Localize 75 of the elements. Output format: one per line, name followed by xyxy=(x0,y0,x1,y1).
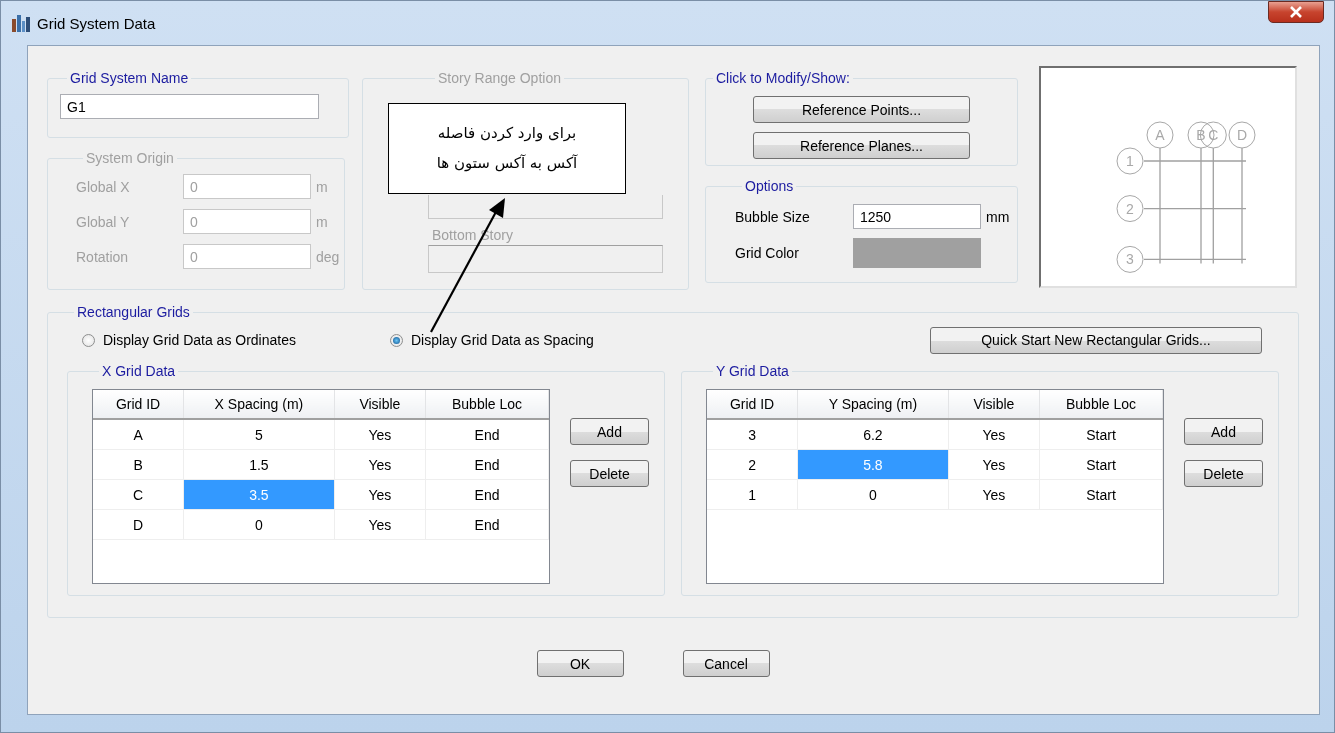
field-label: Grid Color xyxy=(735,245,800,261)
group-label: Click to Modify/Show: xyxy=(715,70,851,86)
table-button[interactable]: Delete xyxy=(1184,460,1263,487)
column-header[interactable]: Visible xyxy=(334,390,426,419)
group-label: Options xyxy=(744,178,795,194)
column-header[interactable]: Visible xyxy=(948,390,1040,419)
table-cell: Yes xyxy=(334,419,426,450)
radio-option[interactable]: Display Grid Data as Spacing xyxy=(390,332,594,348)
column-header[interactable]: Bubble Loc xyxy=(1039,390,1163,419)
table-cell: A xyxy=(93,419,184,450)
app-icon xyxy=(11,13,31,33)
bubble-size-field[interactable]: 1250 xyxy=(853,204,981,229)
group-label: Rectangular Grids xyxy=(76,304,191,320)
dialog-button[interactable]: OK xyxy=(536,650,624,677)
column-header[interactable]: Y Spacing (m) xyxy=(797,390,949,419)
reference-button[interactable]: Reference Planes... xyxy=(753,132,970,159)
unit-label: m xyxy=(316,213,329,230)
table-cell[interactable]: 6.2 xyxy=(797,419,949,450)
table-cell: C xyxy=(93,479,184,510)
close-button[interactable] xyxy=(1268,1,1324,23)
grid-bubble: 2 xyxy=(1116,195,1144,223)
column-header[interactable]: Bubble Loc xyxy=(425,390,549,419)
table-cell: 3 xyxy=(707,419,798,450)
field-label: Global Y xyxy=(76,213,131,230)
table-cell[interactable]: 0 xyxy=(183,509,335,540)
table-cell: 2 xyxy=(707,449,798,480)
table-button[interactable]: Add xyxy=(570,418,649,445)
table-cell: End xyxy=(425,449,549,480)
window-title: Grid System Data xyxy=(37,14,156,32)
group-label: X Grid Data xyxy=(101,363,177,379)
table-cell: Start xyxy=(1039,449,1163,480)
group-label: Y Grid Data xyxy=(715,363,790,379)
column-header[interactable]: Grid ID xyxy=(93,390,184,419)
table-cell: Start xyxy=(1039,479,1163,510)
table-cell: End xyxy=(425,419,549,450)
table-cell: Yes xyxy=(334,509,426,540)
table-cell: Yes xyxy=(948,479,1040,510)
unit-label: m xyxy=(316,178,329,195)
column-header[interactable]: Grid ID xyxy=(707,390,798,419)
table-cell: End xyxy=(425,509,549,540)
table-button[interactable]: Delete xyxy=(570,460,649,487)
table-cell: Start xyxy=(1039,419,1163,450)
reference-button[interactable]: Reference Points... xyxy=(753,96,970,123)
table-button[interactable]: Add xyxy=(1184,418,1263,445)
name-field[interactable]: G1 xyxy=(60,94,319,119)
callout-note: برای وارد کردن فاصله آکس به آکس ستون ها xyxy=(388,103,626,194)
table-cell: Yes xyxy=(948,449,1040,480)
quick-start-button[interactable]: Quick Start New Rectangular Grids... xyxy=(930,326,1262,354)
field-label: Bubble Size xyxy=(735,208,811,225)
field-label: Rotation xyxy=(76,248,130,265)
unit-label: deg xyxy=(316,248,341,265)
group-label: System Origin xyxy=(85,150,175,166)
dialog-button[interactable]: Cancel xyxy=(682,650,770,677)
table-cell: B xyxy=(93,449,184,480)
table-cell: Yes xyxy=(334,449,426,480)
table-cell: Yes xyxy=(334,479,426,510)
radio-option[interactable]: Display Grid Data as Ordinates xyxy=(82,332,390,348)
close-icon xyxy=(1289,6,1303,18)
grid-bubble: D xyxy=(1228,121,1256,149)
table-cell: D xyxy=(93,509,184,540)
table-cell: End xyxy=(425,479,549,510)
table-cell: Yes xyxy=(948,419,1040,450)
table-cell: 1 xyxy=(707,479,798,510)
color-swatch[interactable] xyxy=(853,238,981,268)
table-cell[interactable]: 5 xyxy=(183,419,335,450)
grid-bubble: A xyxy=(1146,121,1174,149)
unit-label: mm xyxy=(986,208,1011,225)
grid-bubble: 3 xyxy=(1116,245,1144,273)
table-cell[interactable]: 1.5 xyxy=(183,449,335,480)
group-label: Story Range Option xyxy=(437,70,562,86)
table-cell[interactable]: 0 xyxy=(797,479,949,510)
column-header[interactable]: X Spacing (m) xyxy=(183,390,335,419)
grid-bubble: 1 xyxy=(1116,147,1144,175)
field-label: Global X xyxy=(76,178,131,195)
group-label: Grid System Name xyxy=(69,70,190,86)
